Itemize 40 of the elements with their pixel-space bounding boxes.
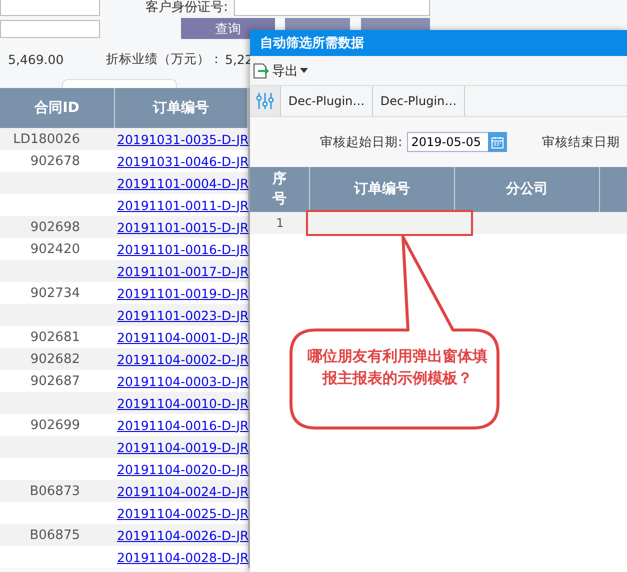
- table-cell: 902698: [30, 220, 80, 234]
- order-link[interactable]: 20191031-0035-D-JR: [117, 132, 249, 146]
- order-link[interactable]: 20191104-0026-D-JR: [117, 528, 249, 542]
- order-link[interactable]: 20191104-0002-D-JR: [117, 352, 249, 366]
- amount-value: 5,469.00: [8, 52, 65, 66]
- table-cell: 902682: [30, 352, 80, 366]
- text-field[interactable]: [0, 0, 100, 16]
- table-cell: 902678: [30, 154, 80, 168]
- converted-label: 折标业绩（万元）：: [106, 50, 223, 68]
- table-cell: 902699: [30, 418, 80, 432]
- table-cell: LD180026: [13, 132, 80, 146]
- text-field[interactable]: [234, 0, 430, 16]
- dialog-title: 自动筛选所需数据: [250, 30, 627, 56]
- order-link[interactable]: 20191104-0016-D-JR: [117, 418, 249, 432]
- order-link[interactable]: 20191104-0024-D-JR: [117, 484, 249, 498]
- calendar-button[interactable]: [488, 132, 508, 152]
- date-field[interactable]: 2019-05-05: [407, 132, 488, 152]
- table-cell: 902687: [30, 374, 80, 388]
- table-cell: B06875: [30, 528, 80, 542]
- table-cell: B06873: [30, 484, 80, 498]
- field-label: 审核起始日期:: [320, 134, 402, 150]
- order-link[interactable]: 20191101-0016-D-JR: [117, 242, 249, 256]
- order-link[interactable]: 20191101-0019-D-JR: [117, 286, 249, 300]
- caret-icon: [300, 68, 308, 73]
- sliders-icon: [256, 92, 274, 110]
- filter-button[interactable]: [250, 86, 281, 116]
- export-button[interactable]: 导出: [250, 62, 310, 80]
- table-cell: 902734: [30, 286, 80, 300]
- row-number: 1: [276, 216, 284, 230]
- order-link[interactable]: 20191031-0046-D-JR: [117, 154, 249, 168]
- field-label: 审核结束日期: [542, 134, 620, 150]
- table-cell: 902420: [30, 242, 80, 256]
- order-link[interactable]: 20191101-0015-D-JR: [117, 220, 249, 234]
- field-label: 客户身份证号:: [146, 0, 228, 16]
- collapse-tab[interactable]: [62, 79, 177, 88]
- text-field[interactable]: [0, 20, 100, 38]
- table-cell: 902681: [30, 330, 80, 344]
- order-link[interactable]: 20191104-0003-D-JR: [117, 374, 249, 388]
- order-link[interactable]: 20191104-0001-D-JR: [117, 330, 249, 344]
- callout-text: 哪位朋友有利用弹出窗体填报主报表的示例模板？: [306, 346, 488, 389]
